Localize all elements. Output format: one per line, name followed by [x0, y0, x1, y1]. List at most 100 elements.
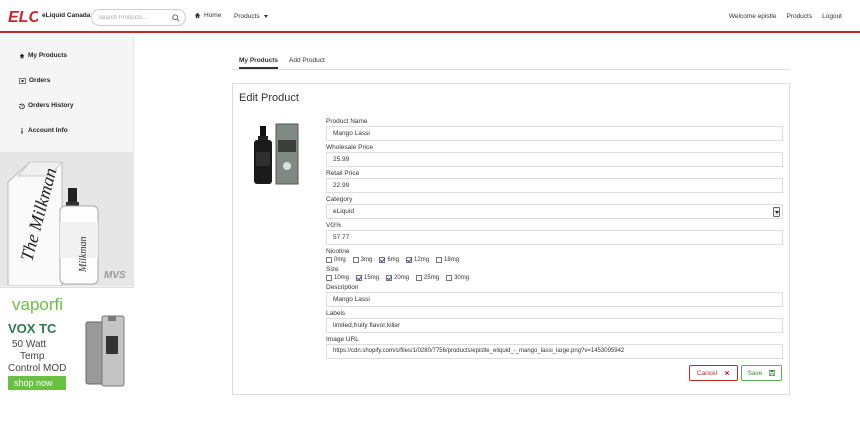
- nicotine-option-3mg[interactable]: 3mg: [352, 257, 373, 263]
- caret-down-icon: [263, 15, 268, 18]
- floppy-disk-icon: [769, 370, 776, 376]
- size-checkbox[interactable]: [416, 275, 423, 281]
- retail-price-label: Retail Price: [326, 170, 360, 177]
- category-select[interactable]: eLiquid: [326, 204, 783, 219]
- wholesale-price-field[interactable]: 25.99: [326, 152, 783, 167]
- milkman-ad-image: The Milkman Milkman MVS: [0, 152, 134, 286]
- size-checkbox[interactable]: [386, 275, 393, 281]
- milkman-ad-banner[interactable]: The Milkman Milkman MVS: [0, 152, 134, 286]
- nicotine-checkboxes: 0mg 3mg 6mg 12mg 18mg: [326, 257, 466, 263]
- brand-name[interactable]: eLiquid Canada: [42, 12, 90, 19]
- nicotine-option-18mg[interactable]: 18mg: [436, 257, 459, 263]
- svg-text:ELC: ELC: [8, 9, 38, 25]
- nicotine-option-6mg[interactable]: 6mg: [379, 257, 399, 263]
- nav-products-label: Products: [234, 13, 260, 20]
- size-checkbox[interactable]: [356, 275, 363, 281]
- image-url-field[interactable]: https://cdn.shopify.com/s/files/1/0280/7…: [326, 344, 783, 359]
- brand-logo[interactable]: ELC: [8, 7, 38, 25]
- home-icon: [194, 12, 201, 19]
- vg-field[interactable]: 57.77: [326, 230, 783, 245]
- size-option-15mg[interactable]: 15mg: [356, 275, 379, 281]
- size-option-25mg[interactable]: 25mg: [416, 275, 439, 281]
- sidebar: My Products Orders Orders History Accoun…: [0, 35, 134, 398]
- size-option-20mg[interactable]: 20mg: [386, 275, 409, 281]
- nicotine-checkbox[interactable]: [379, 257, 386, 263]
- sidebar-menu: My Products Orders Orders History Accoun…: [0, 35, 134, 152]
- tab-my-products[interactable]: My Products: [239, 57, 279, 69]
- nicotine-option-label: 0mg: [334, 257, 346, 263]
- nicotine-option-label: 6mg: [387, 257, 400, 263]
- nicotine-checkbox[interactable]: [326, 257, 332, 263]
- vaporfi-ad-image: vaporfi VOX TC 50 Watt Temp Control MOD …: [0, 288, 134, 398]
- save-button[interactable]: Save: [741, 365, 782, 381]
- cancel-button[interactable]: Cancel: [689, 365, 738, 381]
- sidebar-item-orders-history[interactable]: Orders History: [19, 102, 74, 109]
- nav-products-dropdown[interactable]: Products: [234, 13, 268, 20]
- nav-right: Welcome epistle Products Logout: [729, 13, 842, 20]
- nicotine-option-label: 3mg: [360, 257, 373, 263]
- labels-label: Labels: [326, 310, 346, 317]
- product-tabs: My Products Add Product: [232, 53, 790, 70]
- wholesale-price-label: Wholesale Price: [326, 144, 373, 151]
- size-label: Size: [326, 266, 339, 273]
- panel-title: Edit Product: [239, 92, 299, 104]
- nicotine-checkbox[interactable]: [406, 257, 413, 263]
- search-icon[interactable]: [172, 14, 180, 22]
- logout-link[interactable]: Logout: [822, 13, 842, 20]
- vaporfi-logo-text: vaporfi: [12, 295, 63, 314]
- sidebar-item-account-info[interactable]: Account Info: [19, 127, 68, 134]
- cancel-button-label: Cancel: [696, 369, 718, 377]
- size-option-label: 10mg: [334, 275, 350, 281]
- description-field[interactable]: Mango Lassi: [326, 292, 783, 307]
- search-input[interactable]: [98, 13, 170, 23]
- vaporfi-ad-line3: Temp: [20, 351, 45, 362]
- category-value: eLiquid: [333, 208, 354, 215]
- vg-label: VG%: [326, 222, 342, 229]
- product-image: [247, 118, 303, 198]
- nav-home-label: Home: [204, 12, 222, 19]
- size-option-label: 15mg: [364, 275, 380, 281]
- size-checkbox[interactable]: [446, 275, 453, 281]
- nicotine-checkbox[interactable]: [436, 257, 443, 263]
- home-icon: [19, 53, 25, 58]
- svg-text:Milkman: Milkman: [78, 236, 89, 273]
- size-option-label: 25mg: [424, 275, 440, 281]
- sidebar-item-my-products[interactable]: My Products: [19, 52, 67, 59]
- nicotine-option-label: 18mg: [444, 257, 460, 263]
- welcome-user-link[interactable]: Welcome epistle: [729, 13, 777, 20]
- retail-price-field[interactable]: 22.99: [326, 178, 783, 193]
- vaporfi-ad-line1: VOX TC: [8, 321, 57, 336]
- size-option-30mg[interactable]: 30mg: [446, 275, 469, 281]
- sidebar-item-label: Account Info: [28, 127, 68, 134]
- nicotine-checkbox[interactable]: [352, 257, 359, 263]
- shop-now-text: shop now: [14, 378, 53, 388]
- sidebar-item-label: Orders History: [28, 102, 74, 109]
- close-icon: [724, 370, 730, 376]
- size-option-label: 30mg: [454, 275, 470, 281]
- nicotine-option-12mg[interactable]: 12mg: [406, 257, 429, 263]
- category-label: Category: [326, 196, 353, 203]
- size-checkbox[interactable]: [326, 275, 332, 281]
- product-name-field[interactable]: Mango Lassi: [326, 126, 783, 141]
- edit-product-panel: Edit Product Product Name Mango Lassi Wh…: [232, 83, 790, 395]
- nav-home-link[interactable]: Home: [194, 12, 221, 19]
- description-label: Description: [326, 284, 359, 291]
- nicotine-label: Nicotine: [326, 248, 350, 255]
- vaporfi-ad-banner[interactable]: vaporfi VOX TC 50 Watt Temp Control MOD …: [0, 287, 134, 398]
- tab-add-product[interactable]: Add Product: [289, 57, 325, 64]
- nicotine-option-0mg[interactable]: 0mg: [326, 257, 346, 263]
- labels-field[interactable]: limited,fruity flavor,killer: [326, 318, 783, 333]
- history-icon: [19, 103, 25, 109]
- orders-icon: [19, 77, 26, 84]
- nav-products-right-link[interactable]: Products: [786, 13, 812, 20]
- image-url-label: Image URL: [326, 336, 359, 343]
- size-option-10mg[interactable]: 10mg: [326, 275, 349, 281]
- search-box: [91, 9, 186, 26]
- sidebar-item-label: Orders: [29, 77, 51, 84]
- sidebar-item-label: My Products: [28, 52, 68, 59]
- save-button-label: Save: [747, 369, 763, 377]
- sidebar-item-orders[interactable]: Orders: [19, 77, 50, 84]
- size-option-label: 20mg: [394, 275, 410, 281]
- select-arrow-icon[interactable]: [773, 207, 780, 217]
- nicotine-option-label: 12mg: [414, 257, 430, 263]
